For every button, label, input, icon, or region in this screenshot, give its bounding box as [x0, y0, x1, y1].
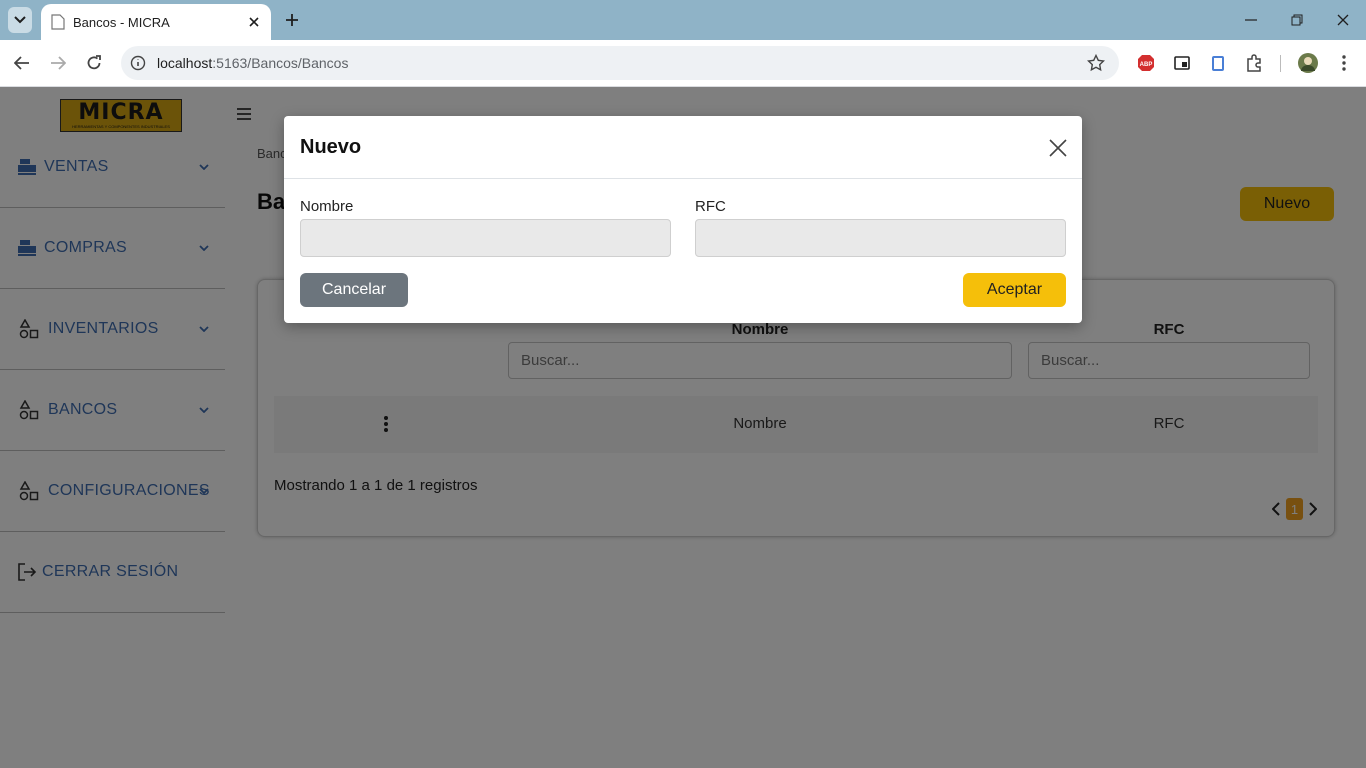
- browser-tabbar: Bancos - MICRA: [0, 0, 1366, 40]
- restore-icon[interactable]: [1287, 10, 1307, 30]
- tab-close-icon[interactable]: [245, 13, 263, 31]
- new-bank-modal: Nuevo Nombre RFC Cancelar Aceptar: [284, 116, 1082, 323]
- new-tab-icon[interactable]: [282, 10, 302, 30]
- kebab-menu-icon[interactable]: [1334, 53, 1354, 73]
- site-info-icon[interactable]: [129, 54, 147, 72]
- cancel-button[interactable]: Cancelar: [300, 273, 408, 307]
- tab-title: Bancos - MICRA: [73, 14, 170, 30]
- bookmark-star-icon[interactable]: [1086, 53, 1106, 72]
- url-path: :5163/Bancos/Bancos: [212, 55, 349, 71]
- tab-list-button[interactable]: [8, 7, 32, 33]
- clipboard-icon[interactable]: [1208, 53, 1228, 73]
- reload-icon[interactable]: [83, 52, 105, 74]
- abp-icon[interactable]: ABP: [1136, 53, 1156, 73]
- url-text: localhost:5163/Bancos/Bancos: [157, 55, 348, 71]
- svg-text:ABP: ABP: [1140, 62, 1153, 68]
- minimize-icon[interactable]: [1241, 10, 1261, 30]
- modal-header: Nuevo: [284, 116, 1082, 179]
- back-icon[interactable]: [11, 52, 33, 74]
- window-close-icon[interactable]: [1333, 10, 1353, 30]
- close-icon[interactable]: [1047, 137, 1069, 159]
- page-icon: [51, 14, 65, 30]
- toolbar-divider: [1280, 55, 1281, 72]
- forward-icon[interactable]: [47, 52, 69, 74]
- modal-title: Nuevo: [300, 136, 362, 158]
- pip-icon[interactable]: [1172, 53, 1192, 73]
- chevron-down-icon: [14, 16, 26, 24]
- nombre-label: Nombre: [300, 198, 354, 215]
- avatar[interactable]: [1297, 52, 1319, 74]
- rfc-label: RFC: [695, 198, 726, 215]
- browser-toolbar: localhost:5163/Bancos/Bancos ABP: [0, 40, 1366, 87]
- browser-tab[interactable]: Bancos - MICRA: [41, 4, 271, 40]
- url-host: localhost: [157, 55, 213, 71]
- puzzle-icon[interactable]: [1244, 53, 1264, 73]
- nombre-field[interactable]: [300, 219, 671, 257]
- accept-button[interactable]: Aceptar: [963, 273, 1066, 307]
- rfc-field[interactable]: [695, 219, 1066, 257]
- address-bar[interactable]: localhost:5163/Bancos/Bancos: [121, 46, 1119, 80]
